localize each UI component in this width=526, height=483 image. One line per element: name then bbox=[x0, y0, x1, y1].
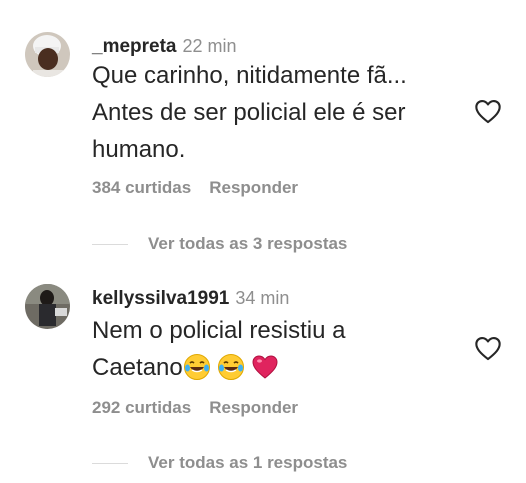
reply-button[interactable]: Responder bbox=[209, 178, 298, 197]
comment-line: Antes de ser policial ele é ser bbox=[92, 99, 406, 126]
comment-text: Que carinho, nitidamente fã... Antes de … bbox=[92, 57, 472, 168]
view-replies-label[interactable]: Ver todas as 3 respostas bbox=[148, 234, 347, 254]
comment-meta: 384 curtidas Responder bbox=[92, 178, 298, 198]
avatar-chef-photo-icon bbox=[25, 32, 70, 77]
comment-meta: 292 curtidas Responder bbox=[92, 398, 298, 418]
comment-username[interactable]: kellyssilva1991 34 min bbox=[92, 288, 289, 310]
like-heart-icon[interactable] bbox=[474, 335, 502, 361]
comment-time: 22 min bbox=[182, 36, 237, 56]
comment-text: Nem o policial resistiu a Caetano bbox=[92, 312, 472, 386]
comment-line-text: Caetano bbox=[92, 354, 183, 381]
replies-divider bbox=[92, 243, 128, 245]
username-text[interactable]: kellyssilva1991 bbox=[92, 288, 229, 309]
laughing-tears-emoji-icon bbox=[183, 354, 210, 380]
replies-divider bbox=[92, 462, 128, 464]
view-replies-button[interactable]: Ver todas as 3 respostas bbox=[92, 234, 347, 254]
username-text[interactable]: _mepreta bbox=[92, 36, 177, 57]
comment-line: Nem o policial resistiu a bbox=[92, 317, 346, 344]
laughing-tears-emoji-icon bbox=[217, 354, 244, 380]
like-heart-icon[interactable] bbox=[474, 98, 502, 124]
red-heart-emoji-icon bbox=[252, 355, 278, 379]
comment-username[interactable]: _mepreta 22 min bbox=[92, 36, 237, 58]
avatar[interactable] bbox=[25, 32, 70, 77]
comment-line: Caetano bbox=[92, 349, 472, 386]
likes-count[interactable]: 292 curtidas bbox=[92, 398, 191, 417]
avatar[interactable] bbox=[25, 284, 70, 329]
comment-line: Que carinho, nitidamente fã... bbox=[92, 62, 407, 89]
likes-count[interactable]: 384 curtidas bbox=[92, 178, 191, 197]
view-replies-button[interactable]: Ver todas as 1 respostas bbox=[92, 453, 347, 473]
avatar-person-photo-icon bbox=[25, 284, 70, 329]
comment-line: humano. bbox=[92, 136, 186, 163]
reply-button[interactable]: Responder bbox=[209, 398, 298, 417]
view-replies-label[interactable]: Ver todas as 1 respostas bbox=[148, 453, 347, 473]
comment-time: 34 min bbox=[235, 288, 290, 308]
